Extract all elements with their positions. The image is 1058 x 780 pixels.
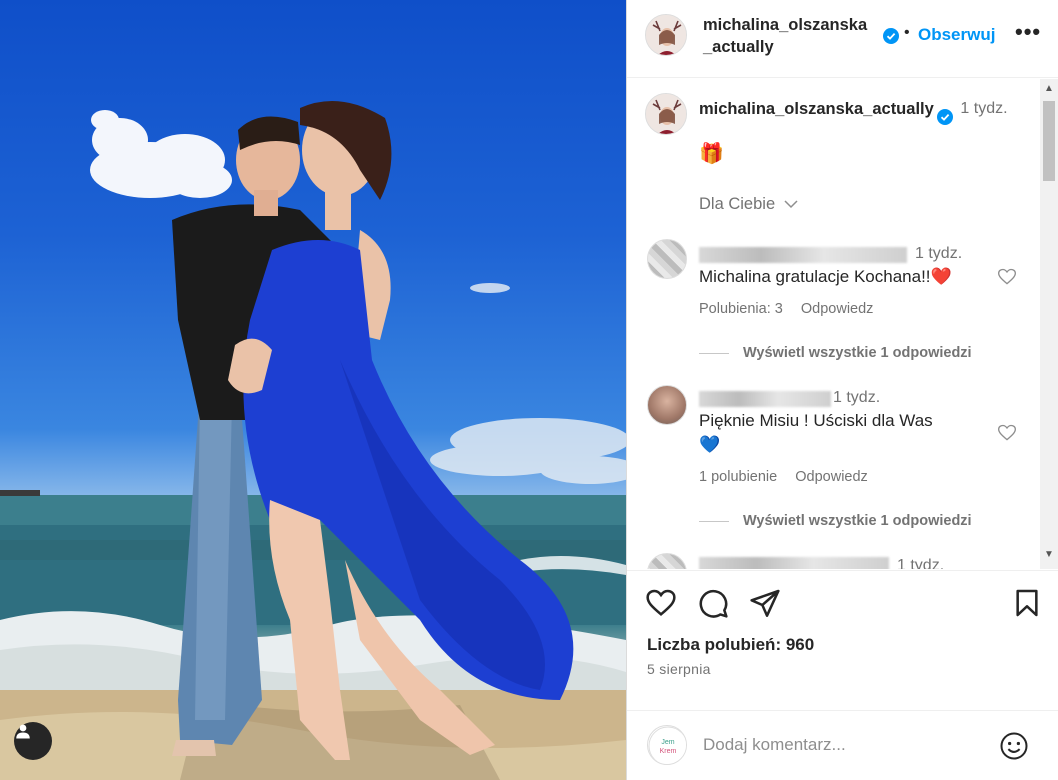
caption-gift-emoji: 🎁	[699, 143, 724, 165]
heart-icon[interactable]	[645, 587, 677, 619]
emoji-icon[interactable]	[999, 731, 1029, 761]
add-comment-input[interactable]	[703, 731, 973, 759]
follow-button[interactable]: Obserwuj	[918, 25, 995, 45]
post-header: michalina_olszanska_actually • Obserwuj …	[627, 0, 1058, 78]
comment-like-heart-icon[interactable]	[997, 423, 1017, 443]
comment-sort-dropdown[interactable]: Dla Ciebie	[699, 195, 798, 214]
view-replies-button[interactable]: Wyświetl wszystkie 1 odpowiedzi	[699, 345, 972, 361]
comments-list[interactable]: michalina_olszanska_actually 1 tydz. 🎁 D…	[627, 79, 1058, 569]
tagged-users-button[interactable]	[14, 722, 52, 760]
comment-meta: Polubienia: 3 Odpowiedz	[699, 301, 887, 317]
post-details-panel: michalina_olszanska_actually • Obserwuj …	[626, 0, 1058, 780]
chevron-down-icon	[784, 200, 798, 209]
caption-username[interactable]: michalina_olszanska_actually	[699, 97, 937, 121]
comment-time[interactable]: 1 tydz.	[833, 389, 880, 407]
reply-button[interactable]: Odpowiedz	[801, 301, 874, 317]
replies-divider	[699, 352, 729, 354]
beach-scene	[0, 100, 626, 780]
comment-sort-label: Dla Ciebie	[699, 195, 776, 213]
bookmark-icon[interactable]	[1011, 587, 1043, 619]
scroll-up-arrow-icon[interactable]: ▲	[1044, 83, 1054, 94]
avatar-text-1: Jem	[661, 739, 674, 746]
author-avatar-image	[646, 15, 686, 55]
comments-scrollbar[interactable]: ▲ ▼	[1040, 79, 1058, 569]
verified-badge-icon	[937, 109, 953, 125]
view-replies-label: Wyświetl wszystkie 1 odpowiedzi	[743, 513, 972, 529]
comment-time[interactable]: 1 tydz.	[915, 245, 962, 263]
post-photo[interactable]	[0, 0, 626, 780]
heart-emoji: ❤️	[930, 267, 952, 286]
replies-divider	[699, 520, 729, 522]
comment-likes-count[interactable]: 1 polubienie	[699, 469, 777, 485]
scroll-thumb[interactable]	[1043, 101, 1055, 181]
comment-icon[interactable]	[697, 587, 729, 619]
caption-avatar-image	[646, 94, 686, 134]
commenter-avatar[interactable]	[647, 239, 687, 279]
send-icon[interactable]	[749, 587, 781, 619]
avatar-text-2: Krem	[660, 748, 677, 755]
post-actions: Liczba polubień: 960 5 sierpnia	[627, 570, 1058, 710]
caption-avatar[interactable]	[645, 93, 687, 135]
current-user-avatar-image: Jem Krem	[648, 726, 686, 764]
commenter-username-redacted[interactable]	[699, 247, 907, 263]
comment-text-body: Michalina gratulacje Kochana!!	[699, 267, 931, 286]
view-replies-label: Wyświetl wszystkie 1 odpowiedzi	[743, 345, 972, 361]
comment-text-body: Pięknie Misiu ! Uściski dla Was	[699, 411, 933, 430]
author-avatar[interactable]	[645, 14, 687, 56]
more-options-icon[interactable]: •••	[1015, 21, 1041, 43]
comment-text: Michalina gratulacje Kochana!!❤️	[699, 265, 999, 289]
comment-meta: 1 polubienie Odpowiedz	[699, 469, 882, 485]
commenter-avatar[interactable]	[647, 553, 687, 569]
comment-like-heart-icon[interactable]	[997, 267, 1017, 287]
scroll-down-arrow-icon[interactable]: ▼	[1044, 549, 1054, 560]
comment-time[interactable]: 1 tydz.	[897, 557, 944, 569]
commenter-username-redacted[interactable]	[699, 557, 889, 569]
comment-likes-count[interactable]: Polubienia: 3	[699, 301, 783, 317]
blue-heart-emoji: 💙	[699, 435, 721, 454]
commenter-avatar[interactable]	[647, 385, 687, 425]
separator-dot: •	[904, 24, 910, 41]
commenter-username-redacted[interactable]	[699, 391, 831, 407]
comment-text: Pięknie Misiu ! Uściski dla Was 💙	[699, 409, 999, 457]
add-comment-bar: Jem Krem	[627, 710, 1058, 780]
likes-count[interactable]: Liczba polubień: 960	[647, 635, 814, 655]
post-date[interactable]: 5 sierpnia	[647, 661, 711, 677]
caption-time[interactable]: 1 tydz.	[959, 97, 1009, 121]
current-user-avatar[interactable]: Jem Krem	[647, 725, 687, 765]
verified-badge-icon	[883, 28, 899, 44]
user-icon	[16, 724, 30, 739]
author-username[interactable]: michalina_olszanska_actually	[703, 14, 873, 58]
view-replies-button[interactable]: Wyświetl wszystkie 1 odpowiedzi	[699, 513, 972, 529]
reply-button[interactable]: Odpowiedz	[795, 469, 868, 485]
